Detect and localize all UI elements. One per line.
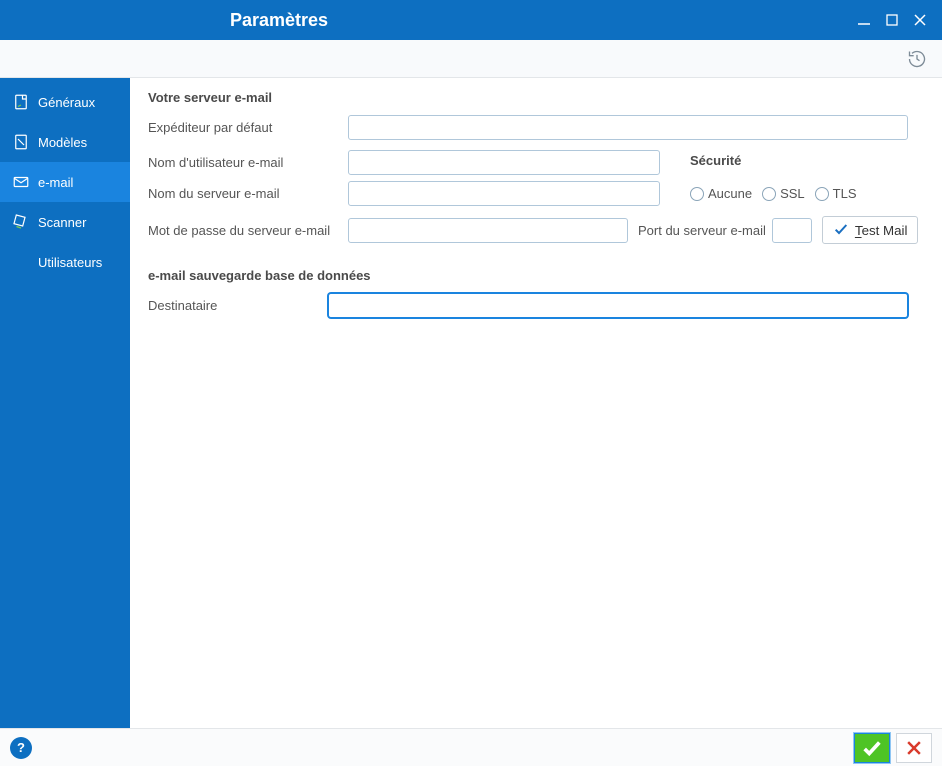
- servername-label: Nom du serveur e-mail: [148, 186, 348, 201]
- radio-icon: [690, 187, 704, 201]
- minimize-button[interactable]: [850, 6, 878, 34]
- sidebar-item-email[interactable]: e-mail: [0, 162, 130, 202]
- toolbar: [0, 40, 942, 78]
- port-label: Port du serveur e-mail: [638, 223, 766, 238]
- maximize-button[interactable]: [878, 6, 906, 34]
- sidebar-item-label: Modèles: [38, 135, 130, 150]
- maximize-icon: [885, 13, 899, 27]
- radio-security-ssl[interactable]: SSL: [762, 186, 805, 201]
- minimize-icon: [857, 13, 871, 27]
- document-icon: [10, 91, 32, 113]
- check-icon: [833, 221, 849, 240]
- password-label: Mot de passe du serveur e-mail: [148, 223, 348, 238]
- row-password: Mot de passe du serveur e-mail Port du s…: [148, 216, 924, 244]
- radio-security-none[interactable]: Aucune: [690, 186, 752, 201]
- server-section-title: Votre serveur e-mail: [148, 90, 924, 105]
- security-block: Sécurité: [690, 153, 741, 172]
- help-button[interactable]: ?: [10, 737, 32, 759]
- sidebar-item-generaux[interactable]: Généraux: [0, 82, 130, 122]
- test-mail-button[interactable]: Test Mail: [822, 216, 919, 244]
- content-pane: Votre serveur e-mail Expéditeur par défa…: [130, 78, 942, 728]
- sidebar-item-utilisateurs[interactable]: Utilisateurs: [0, 242, 130, 282]
- sidebar: Généraux Modèles e-mail Scanner Utilisat…: [0, 78, 130, 728]
- row-default-sender: Expéditeur par défaut: [148, 115, 924, 140]
- backup-section: e-mail sauvegarde base de données Destin…: [148, 268, 924, 318]
- footer: ?: [0, 728, 942, 766]
- radio-label-ssl: SSL: [780, 186, 805, 201]
- recipient-label: Destinataire: [148, 298, 328, 313]
- port-input[interactable]: [772, 218, 812, 243]
- sidebar-item-scanner[interactable]: Scanner: [0, 202, 130, 242]
- titlebar: Paramètres: [0, 0, 942, 40]
- row-servername: Nom du serveur e-mail Aucune SSL TLS: [148, 181, 924, 206]
- security-radio-row: Aucune SSL TLS: [690, 186, 861, 201]
- test-mail-label: Test Mail: [855, 223, 908, 238]
- sidebar-item-modeles[interactable]: Modèles: [0, 122, 130, 162]
- radio-icon: [815, 187, 829, 201]
- mail-icon: [10, 171, 32, 193]
- security-title: Sécurité: [690, 153, 741, 168]
- close-icon: [913, 13, 927, 27]
- row-username: Nom d'utilisateur e-mail Sécurité: [148, 150, 924, 175]
- close-icon: [904, 738, 924, 758]
- default-sender-input[interactable]: [348, 115, 908, 140]
- servername-input[interactable]: [348, 181, 660, 206]
- scanner-icon: [10, 211, 32, 233]
- username-input[interactable]: [348, 150, 660, 175]
- radio-security-tls[interactable]: TLS: [815, 186, 857, 201]
- accept-button[interactable]: [854, 733, 890, 763]
- template-icon: [10, 131, 32, 153]
- history-icon: [907, 49, 927, 69]
- sidebar-item-label: e-mail: [38, 175, 130, 190]
- default-sender-label: Expéditeur par défaut: [148, 120, 348, 135]
- window-title: Paramètres: [0, 10, 850, 31]
- radio-label-tls: TLS: [833, 186, 857, 201]
- radio-icon: [762, 187, 776, 201]
- close-button[interactable]: [906, 6, 934, 34]
- check-icon: [860, 737, 884, 759]
- recipient-input[interactable]: [328, 293, 908, 318]
- sidebar-item-label: Utilisateurs: [38, 255, 130, 270]
- sidebar-item-label: Généraux: [38, 95, 130, 110]
- main: Généraux Modèles e-mail Scanner Utilisat…: [0, 78, 942, 728]
- sidebar-item-label: Scanner: [38, 215, 130, 230]
- radio-label-none: Aucune: [708, 186, 752, 201]
- row-recipient: Destinataire: [148, 293, 924, 318]
- history-button[interactable]: [904, 46, 930, 72]
- username-label: Nom d'utilisateur e-mail: [148, 155, 348, 170]
- backup-section-title: e-mail sauvegarde base de données: [148, 268, 924, 283]
- cancel-button[interactable]: [896, 733, 932, 763]
- password-input[interactable]: [348, 218, 628, 243]
- help-icon: ?: [17, 740, 25, 755]
